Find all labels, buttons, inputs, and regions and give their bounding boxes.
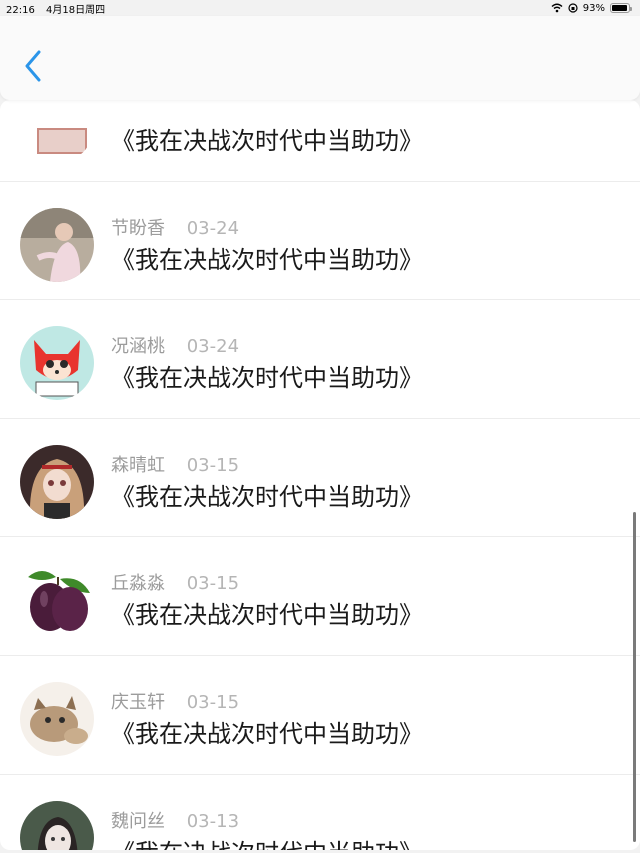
user-name[interactable]: 森晴虹 xyxy=(111,455,165,476)
list-item[interactable]: 况涵桃 03-24 《我在决战次时代中当助功》 xyxy=(0,300,640,419)
item-title[interactable]: 《我在决战次时代中当助功》 xyxy=(111,477,423,512)
item-title[interactable]: 《我在决战次时代中当助功》 xyxy=(111,595,423,630)
wifi-icon xyxy=(551,3,563,13)
item-title[interactable]: 《我在决战次时代中当助功》 xyxy=(111,240,423,275)
avatar[interactable] xyxy=(20,800,94,850)
girl-photo-image xyxy=(20,207,94,282)
item-date: 03-15 xyxy=(186,454,240,476)
list-item[interactable]: 节盼香 03-24 《我在决战次时代中当助功》 xyxy=(0,182,640,301)
item-meta xyxy=(111,100,127,116)
avatar[interactable] xyxy=(20,563,94,638)
status-right: 93% xyxy=(551,2,632,14)
item-title[interactable]: 《我在决战次时代中当助功》 xyxy=(111,358,423,393)
item-date: 03-15 xyxy=(186,691,240,713)
item-title[interactable]: 《我在决战次时代中当助功》 xyxy=(111,121,423,156)
user-name[interactable]: 丘淼淼 xyxy=(111,573,165,594)
battery-icon xyxy=(610,3,632,13)
avatar[interactable] xyxy=(20,207,94,282)
avatar[interactable] xyxy=(20,326,94,401)
chevron-left-icon xyxy=(25,50,41,82)
red-fox-cartoon-image xyxy=(20,326,94,401)
list-item[interactable]: 庆玉轩 03-15 《我在决战次时代中当助功》 xyxy=(0,656,640,775)
item-meta: 森晴虹 03-15 xyxy=(111,451,239,477)
comment-list-inner: 《我在决战次时代中当助功》 节盼香 03-24 《我在决战次时代中当助功》 况涵… xyxy=(0,100,640,850)
item-date: 03-15 xyxy=(186,573,240,595)
battery-fill xyxy=(612,5,627,11)
status-date: 4月18日周四 xyxy=(46,4,106,16)
user-name[interactable]: 庆玉轩 xyxy=(111,692,165,713)
user-name[interactable]: 魏问丝 xyxy=(111,811,165,832)
comment-list[interactable]: 《我在决战次时代中当助功》 节盼香 03-24 《我在决战次时代中当助功》 况涵… xyxy=(0,100,640,850)
item-date: 03-24 xyxy=(186,217,240,239)
item-title[interactable]: 《我在决战次时代中当助功》 xyxy=(111,714,423,749)
list-item[interactable]: 丘淼淼 03-15 《我在决战次时代中当助功》 xyxy=(0,537,640,656)
avatar[interactable] xyxy=(20,681,94,756)
avatar[interactable] xyxy=(20,100,94,163)
status-bar: 22:16 4月18日周四 93% xyxy=(0,0,640,16)
navigation-bar xyxy=(0,16,640,100)
partial-avatar-image xyxy=(20,100,94,163)
back-button[interactable] xyxy=(18,46,48,86)
scrollbar[interactable] xyxy=(633,512,636,842)
plum-fruit-image xyxy=(20,563,94,638)
item-title[interactable]: 《我在决战次时代中当助功》 xyxy=(111,833,423,850)
item-date: 03-24 xyxy=(186,336,240,358)
item-meta: 庆玉轩 03-15 xyxy=(111,688,239,714)
user-name[interactable]: 况涵桃 xyxy=(111,336,165,357)
battery-percent: 93% xyxy=(582,2,605,14)
item-meta: 魏问丝 03-13 xyxy=(111,807,239,833)
item-meta: 况涵桃 03-24 xyxy=(111,332,239,358)
cat-photo-image xyxy=(20,681,94,756)
list-item[interactable]: 《我在决战次时代中当助功》 xyxy=(0,100,640,182)
status-time: 22:16 xyxy=(6,4,35,16)
list-item[interactable]: 森晴虹 03-15 《我在决战次时代中当助功》 xyxy=(0,419,640,538)
item-meta: 节盼香 03-24 xyxy=(111,214,239,240)
item-date: 03-13 xyxy=(186,810,240,832)
user-name[interactable]: 节盼香 xyxy=(111,218,165,239)
status-left: 22:16 4月18日周四 xyxy=(6,1,113,16)
anime-girl-image xyxy=(20,444,94,519)
woman-photo-image xyxy=(20,800,94,850)
item-meta: 丘淼淼 03-15 xyxy=(111,569,239,595)
orientation-lock-icon xyxy=(568,3,578,13)
avatar[interactable] xyxy=(20,444,94,519)
list-item[interactable]: 魏问丝 03-13 《我在决战次时代中当助功》 xyxy=(0,775,640,850)
